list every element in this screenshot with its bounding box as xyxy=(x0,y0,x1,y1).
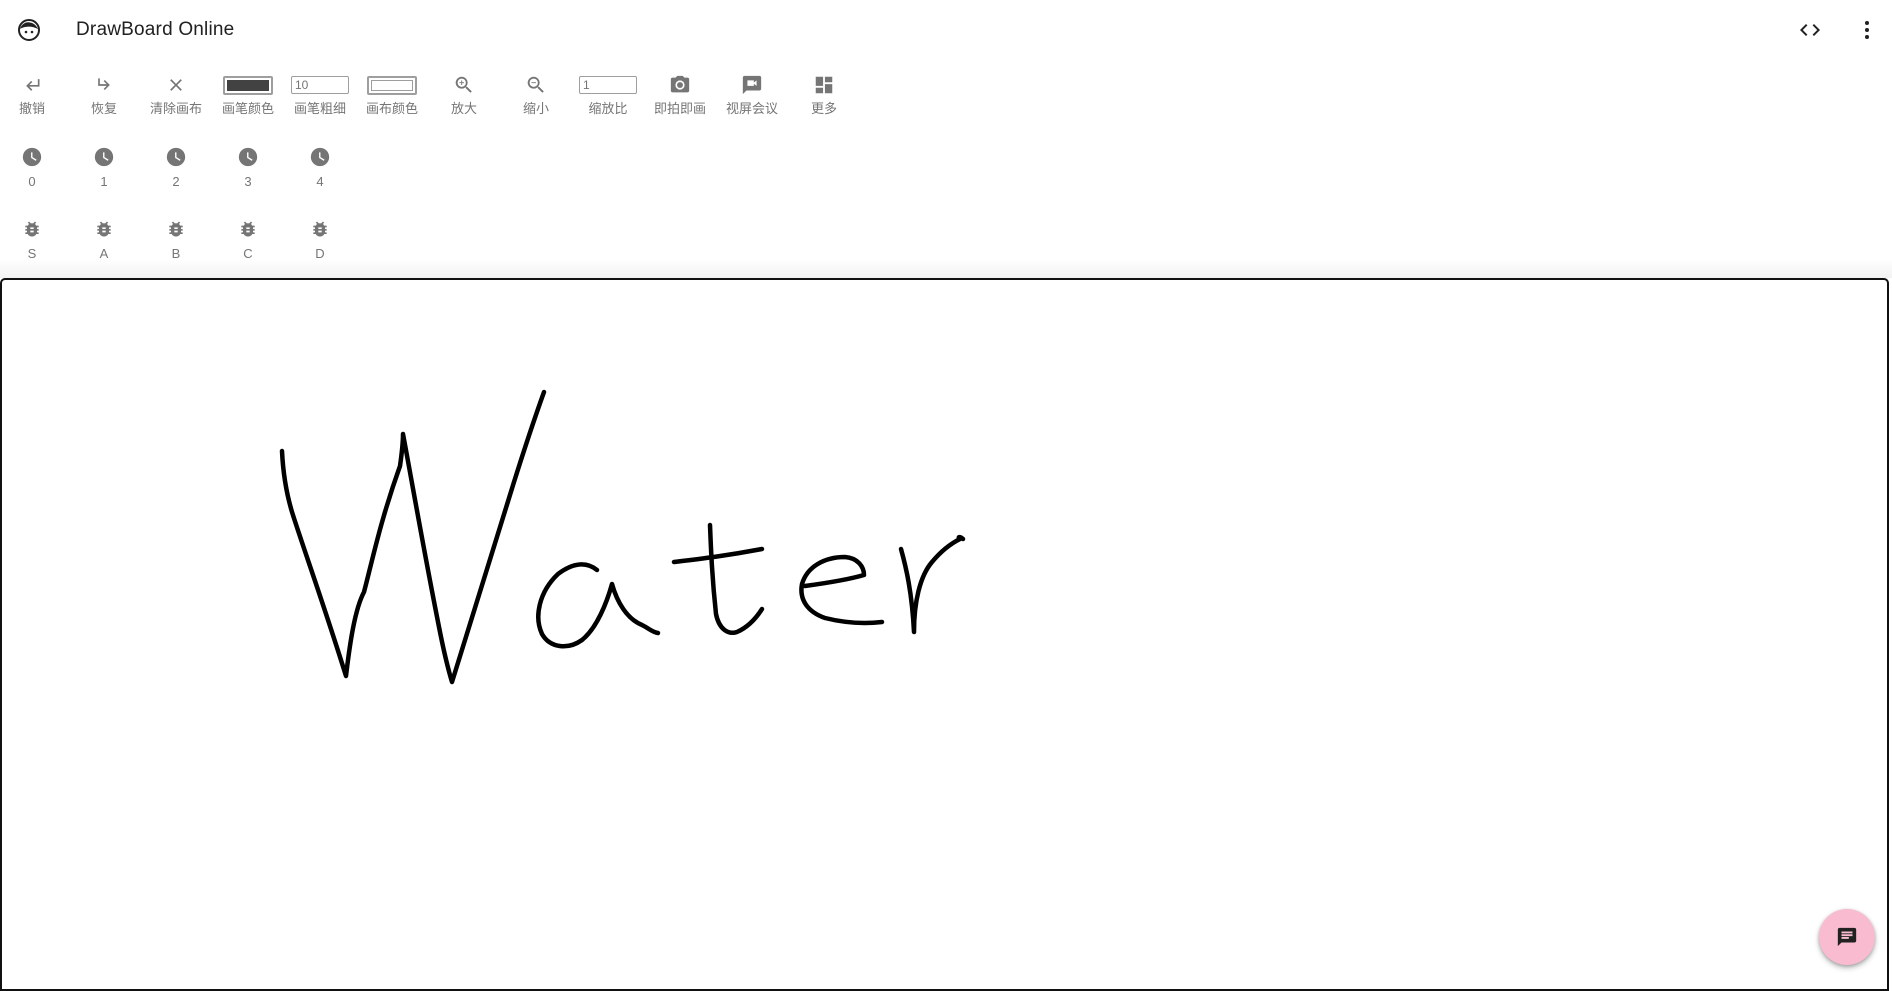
drawing-canvas[interactable] xyxy=(0,278,1889,991)
snapshot-button[interactable]: 即拍即画 xyxy=(648,60,712,120)
zoom-in-icon xyxy=(455,76,472,93)
zoom-ratio-input[interactable] xyxy=(579,76,637,94)
stroke-a xyxy=(536,562,661,649)
undo-label: 撤销 xyxy=(18,101,45,116)
more-tools-button[interactable]: 更多 xyxy=(792,60,856,120)
redo-button[interactable]: 恢复 xyxy=(72,60,136,120)
bug-icon xyxy=(313,221,327,237)
app-title: DrawBoard Online xyxy=(76,19,235,40)
toolbar-shadow xyxy=(0,258,1892,278)
zoom-out-label: 缩小 xyxy=(522,101,549,116)
code-icon xyxy=(1800,24,1820,36)
pen-width-input[interactable] xyxy=(291,76,349,94)
canvas-color-picker[interactable]: 画布颜色 xyxy=(360,60,424,120)
redo-label: 恢复 xyxy=(90,101,117,116)
snapshot-label: 即拍即画 xyxy=(653,101,706,116)
zoom-out-icon xyxy=(527,76,544,93)
history-label: 1 xyxy=(100,174,108,189)
history-label: 2 xyxy=(172,174,180,189)
chat-button[interactable] xyxy=(1819,909,1875,965)
clock-icon xyxy=(166,147,186,167)
history-slot-4[interactable]: 4 xyxy=(288,132,352,192)
clock-icon xyxy=(22,147,42,167)
zoom-in-label: 放大 xyxy=(450,101,477,116)
zoom-in-button[interactable]: 放大 xyxy=(432,60,496,120)
stroke-w xyxy=(279,389,547,685)
pen-width-label: 画笔粗细 xyxy=(293,101,346,116)
more-menu-button[interactable] xyxy=(1853,16,1881,44)
history-slot-0[interactable]: 0 xyxy=(0,132,64,192)
stroke-t-stem xyxy=(707,522,765,635)
canvas-color-label: 画布颜色 xyxy=(365,101,418,116)
face-logo-icon xyxy=(17,18,41,42)
stroke-r xyxy=(898,534,966,635)
clear-canvas-button[interactable]: 清除画布 xyxy=(144,60,208,120)
history-slot-3[interactable]: 3 xyxy=(216,132,280,192)
close-icon xyxy=(170,79,182,91)
canvas-color-swatch[interactable] xyxy=(367,75,417,95)
history-slot-1[interactable]: 1 xyxy=(72,132,136,192)
video-meeting-label: 视屏会议 xyxy=(725,101,778,116)
undo-icon xyxy=(26,79,40,91)
chat-icon xyxy=(1837,927,1857,947)
debug-slot-a[interactable]: A xyxy=(72,204,136,264)
video-chat-icon xyxy=(742,75,762,95)
more-tools-label: 更多 xyxy=(810,101,837,116)
clock-icon xyxy=(94,147,114,167)
debug-slot-c[interactable]: C xyxy=(216,204,280,264)
pen-color-label: 画笔颜色 xyxy=(221,101,274,116)
debug-slot-b[interactable]: B xyxy=(144,204,208,264)
debug-slot-s[interactable]: S xyxy=(0,204,64,264)
pen-color-swatch[interactable] xyxy=(223,75,273,95)
bug-icon xyxy=(97,221,111,237)
bug-icon xyxy=(241,221,255,237)
pen-color-picker[interactable]: 画笔颜色 xyxy=(216,60,280,120)
handwritten-drawing xyxy=(279,389,966,685)
camera-icon xyxy=(670,75,690,93)
app-bar: DrawBoard Online xyxy=(0,0,1892,60)
zoom-ratio-label: 缩放比 xyxy=(588,101,628,116)
bug-icon xyxy=(25,221,39,237)
zoom-out-button[interactable]: 缩小 xyxy=(504,60,568,120)
bug-icon xyxy=(169,221,183,237)
stroke-e xyxy=(799,554,885,626)
stroke-t-bar xyxy=(671,546,765,565)
clock-icon xyxy=(238,147,258,167)
undo-button[interactable]: 撤销 xyxy=(0,60,64,120)
zoom-ratio-control: 缩放比 xyxy=(576,60,640,120)
code-button[interactable] xyxy=(1796,16,1824,44)
history-slot-2[interactable]: 2 xyxy=(144,132,208,192)
clear-canvas-label: 清除画布 xyxy=(149,101,202,116)
dashboard-icon xyxy=(815,76,833,94)
clock-icon xyxy=(310,147,330,167)
history-label: 4 xyxy=(316,174,324,189)
history-label: 0 xyxy=(28,174,36,189)
history-label: 3 xyxy=(244,174,252,189)
debug-slot-d[interactable]: D xyxy=(288,204,352,264)
redo-icon xyxy=(98,78,110,90)
pen-width-control: 画笔粗细 xyxy=(288,60,352,120)
video-meeting-button[interactable]: 视屏会议 xyxy=(720,60,784,120)
more-vert-icon xyxy=(1865,21,1869,39)
